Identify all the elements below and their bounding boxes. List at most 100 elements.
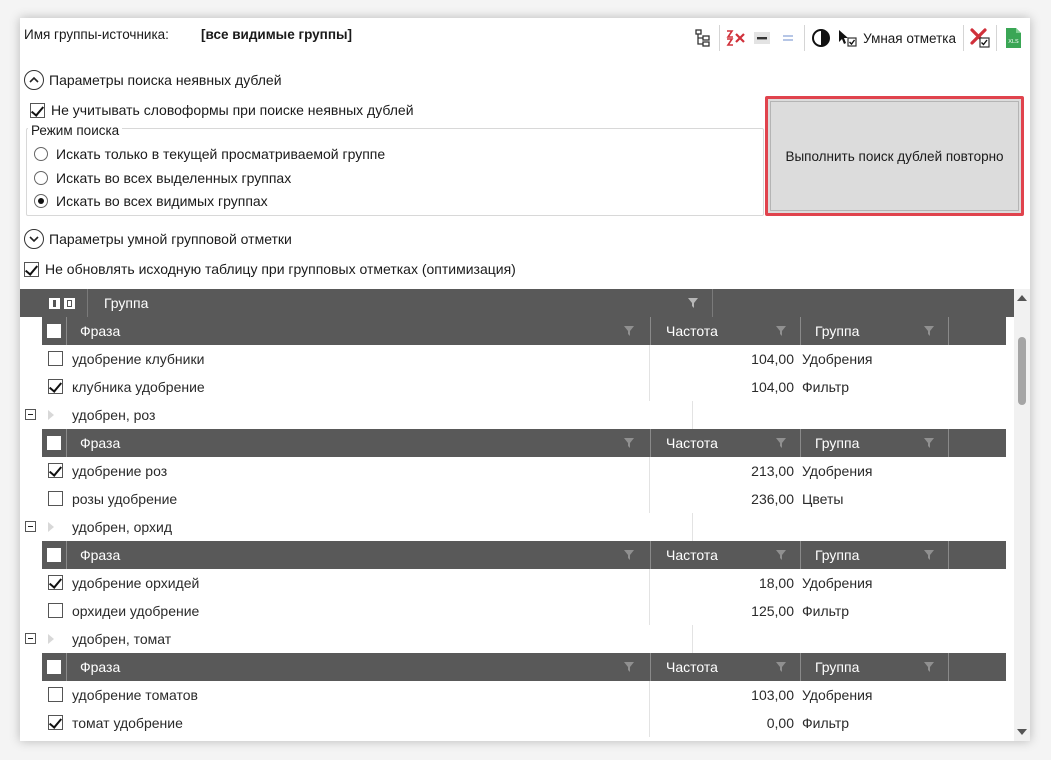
scroll-down-icon[interactable] [1017,729,1027,735]
row-checkbox[interactable] [48,575,63,590]
phrase-column-header[interactable]: Фраза [80,323,120,339]
phrase-cell: удобрение клубники [72,351,205,367]
group-column-header[interactable]: Группа [815,323,859,339]
group-column-header[interactable]: Группа [104,295,148,311]
group-column-header[interactable]: Группа [815,435,859,451]
phrase-column-header[interactable]: Фраза [80,659,120,675]
table-row[interactable]: удобрение орхидей 18,00 Удобрения [42,569,1006,597]
row-checkbox[interactable] [48,715,63,730]
table-row[interactable]: томат удобрение 0,00 Фильтр [42,709,1006,737]
equals-icon[interactable] [776,25,800,51]
row-checkbox[interactable] [48,687,63,702]
phrase-column-header[interactable]: Фраза [80,547,120,563]
row-indicator-icon [48,410,54,420]
smart-mark-icon[interactable] [835,25,859,51]
radio-visible-groups[interactable]: Искать во всех видимых группах [34,193,268,209]
select-all-checkbox[interactable] [47,660,61,674]
table-row[interactable]: клубника удобрение 104,00 Фильтр [42,373,1006,401]
freq-column-header[interactable]: Частота [666,435,718,451]
filter-icon[interactable] [924,325,936,337]
filter-icon[interactable] [688,297,700,309]
ignore-wordforms-checkbox[interactable]: Не учитывать словоформы при поиске неявн… [30,102,414,118]
scroll-up-icon[interactable] [1017,295,1027,301]
filter-icon[interactable] [776,549,788,561]
filter-icon[interactable] [624,437,636,449]
select-all-checkbox[interactable] [47,436,61,450]
minus-icon[interactable] [750,25,774,51]
group-column-header[interactable]: Группа [815,547,859,563]
tree-expand-icon[interactable] [691,25,715,51]
freq-cell: 125,00 [751,603,794,619]
checkbox[interactable] [30,102,45,118]
freq-column-header[interactable]: Частота [666,547,718,563]
collapse-icon [24,70,44,90]
vertical-scrollbar[interactable] [1014,289,1030,741]
freq-cell: 0,00 [766,715,794,731]
checkbox[interactable] [24,261,39,277]
radio-current-group[interactable]: Искать только в текущей просматриваемой … [34,146,385,162]
filter-icon[interactable] [624,325,636,337]
freq-column-header[interactable]: Частота [666,323,718,339]
smart-mark-label[interactable]: Умная отметка [863,31,956,46]
row-checkbox[interactable] [48,491,63,506]
clear-marks-icon[interactable] [724,25,748,51]
row-indicator-icon [48,522,54,532]
group-row[interactable]: удобрен, роз [20,401,1014,429]
group-cell: Фильтр [802,379,850,395]
collapse-group-icon[interactable] [25,409,36,420]
header-separator [66,429,67,457]
group-row[interactable]: удобрен, томат [20,625,1014,653]
group-row[interactable]: удобрен, орхид [20,513,1014,541]
radio-button[interactable] [34,147,48,161]
top-row: Имя группы-источника: [все видимые групп… [20,18,1030,56]
filter-icon[interactable] [924,661,936,673]
collapse-group-icon[interactable] [25,633,36,644]
row-checkbox[interactable] [48,379,63,394]
table-row[interactable]: розы удобрение 236,00 Цветы [42,485,1006,513]
filter-icon[interactable] [776,437,788,449]
delete-marked-icon[interactable] [968,25,992,51]
freq-cell: 104,00 [751,351,794,367]
row-checkbox[interactable] [48,603,63,618]
header-separator [66,541,67,569]
phrase-cell: розы удобрение [72,491,178,507]
export-excel-icon[interactable]: XLS [1001,25,1025,51]
radio-selected-groups[interactable]: Искать во всех выделенных группах [34,170,291,186]
filter-icon[interactable] [924,549,936,561]
radio-button[interactable] [34,171,48,185]
select-all-checkbox[interactable] [47,548,61,562]
table-row[interactable]: удобрение клубники 104,00 Удобрения [42,345,1006,373]
row-checkbox[interactable] [48,351,63,366]
group-column-header[interactable]: Группа [815,659,859,675]
scroll-thumb[interactable] [1018,337,1026,405]
select-all-checkbox[interactable] [47,324,61,338]
smart-params-title: Параметры умной групповой отметки [49,231,292,247]
no-update-checkbox[interactable]: Не обновлять исходную таблицу при группо… [24,261,516,277]
phrase-cell: орхидеи удобрение [72,603,200,619]
collapse-all-icon[interactable] [64,297,75,309]
table-row[interactable]: удобрение роз 213,00 Удобрения [42,457,1006,485]
filter-icon[interactable] [776,325,788,337]
filter-icon[interactable] [624,661,636,673]
search-params-toggle[interactable]: Параметры поиска неявных дублей [24,70,282,90]
filter-icon[interactable] [624,549,636,561]
header-separator [650,653,651,681]
header-separator [800,317,801,345]
phrase-column-header[interactable]: Фраза [80,435,120,451]
contrast-icon[interactable] [809,25,833,51]
filter-icon[interactable] [924,437,936,449]
filter-icon[interactable] [776,661,788,673]
phrase-cell: удобрение роз [72,463,168,479]
row-checkbox[interactable] [48,463,63,478]
table-row[interactable]: удобрение томатов 103,00 Удобрения [42,681,1006,709]
collapse-group-icon[interactable] [25,521,36,532]
radio-button[interactable] [34,194,48,208]
freq-column-header[interactable]: Частота [666,659,718,675]
smart-params-toggle[interactable]: Параметры умной групповой отметки [24,229,292,249]
table-row[interactable]: орхидеи удобрение 125,00 Фильтр [42,597,1006,625]
cell-separator [649,457,650,485]
rerun-search-button[interactable]: Выполнить поиск дублей повторно [765,96,1024,216]
toolbar-separator [996,25,997,51]
group-cell: Фильтр [802,715,850,731]
expand-all-icon[interactable] [49,297,60,309]
